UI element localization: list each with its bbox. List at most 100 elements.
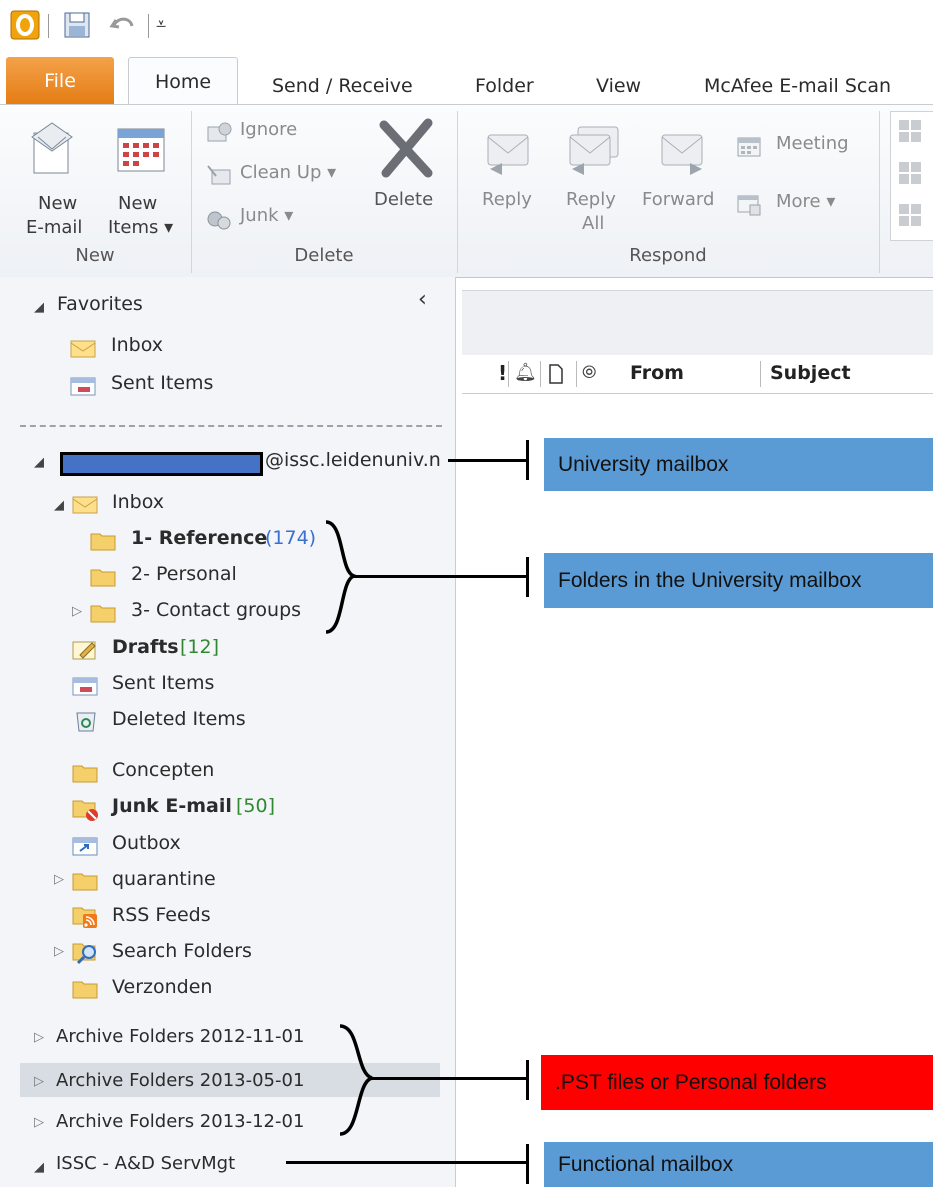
expand-triangle-icon[interactable]: ▷: [34, 1030, 44, 1045]
more-icon: [736, 193, 764, 221]
reply-all-label: Reply: [566, 189, 616, 210]
callout-folders: Folders in the University mailbox: [544, 553, 933, 608]
folder-deleted-items[interactable]: Deleted Items: [112, 708, 246, 730]
outlook-icon[interactable]: [10, 10, 40, 40]
tab-send-receive[interactable]: Send / Receive: [272, 67, 413, 105]
more-button[interactable]: More ▾: [736, 191, 870, 221]
folder-icon: [72, 763, 98, 783]
annotation-tick: [526, 440, 529, 480]
customize-icon[interactable]: ⩡: [156, 14, 166, 35]
fav-sent-items[interactable]: Sent Items: [111, 372, 213, 394]
save-icon[interactable]: [62, 10, 92, 40]
junk-email-icon: [72, 798, 98, 821]
ribbon: New E-mail New Items ▾ New Ignore Clean …: [0, 104, 933, 278]
folder-concepten[interactable]: Concepten: [112, 759, 214, 781]
item-type-column-icon[interactable]: [548, 364, 564, 384]
ignore-button[interactable]: Ignore: [206, 119, 356, 149]
fav-inbox[interactable]: Inbox: [111, 334, 163, 356]
folder-rss-feeds[interactable]: RSS Feeds: [112, 904, 211, 926]
folder-contact-groups[interactable]: 3- Contact groups: [131, 599, 301, 621]
reply-all-button[interactable]: Reply All: [556, 119, 630, 239]
inbox[interactable]: Inbox: [112, 491, 164, 513]
minimize-pane-icon[interactable]: ‹: [418, 287, 427, 312]
junk-label: Junk ▾: [240, 205, 294, 226]
reply-icon: [487, 134, 529, 175]
functional-mailbox-account[interactable]: ISSC - A&D ServMgt: [56, 1153, 235, 1174]
forward-label: Forward: [642, 189, 715, 210]
group-label-delete: Delete: [294, 245, 354, 266]
collapse-triangle-icon[interactable]: ◢: [54, 498, 64, 513]
callout-functional-mailbox: Functional mailbox: [544, 1142, 933, 1187]
outbox-icon: [72, 835, 98, 856]
folder-personal[interactable]: 2- Personal: [131, 563, 237, 585]
annotation-line: [448, 459, 528, 462]
new-items-button[interactable]: New Items ▾: [100, 113, 182, 243]
tab-mcafee[interactable]: McAfee E-mail Scan: [704, 67, 891, 105]
account-name[interactable]: @issc.leidenuniv.n: [265, 449, 441, 471]
annotation-tick: [526, 1144, 529, 1184]
sent-items-icon: [72, 675, 98, 696]
tab-home[interactable]: Home: [128, 57, 238, 106]
group-label-new: New: [75, 245, 115, 266]
delete-label: Delete: [374, 189, 434, 210]
inbox-folder-icon: [72, 493, 98, 514]
new-email-button[interactable]: New E-mail: [16, 113, 90, 243]
collapse-triangle-icon[interactable]: ◢: [34, 300, 44, 315]
folder-junk-email[interactable]: Junk E-mail: [112, 795, 232, 817]
mail-list-header: [462, 290, 933, 356]
meeting-button[interactable]: Meeting: [736, 133, 870, 163]
column-divider: [576, 361, 577, 387]
tab-view[interactable]: View: [596, 67, 641, 105]
reminder-column-icon[interactable]: 🔔︎: [514, 362, 537, 383]
meeting-icon: [736, 135, 764, 163]
column-divider: [760, 361, 761, 387]
folder-icon: [90, 531, 116, 551]
qat-divider: [48, 14, 49, 38]
column-divider: [540, 361, 541, 387]
more-label: More ▾: [776, 191, 836, 212]
folder-drafts[interactable]: Drafts: [112, 636, 179, 658]
importance-column-icon[interactable]: !: [498, 361, 507, 385]
expand-triangle-icon[interactable]: ▷: [54, 872, 64, 887]
folder-search-folders[interactable]: Search Folders: [112, 940, 252, 962]
navigation-pane: ◢ Favorites ‹ Inbox Sent Items ◢ @issc.l…: [0, 277, 456, 1187]
folder-outbox[interactable]: Outbox: [112, 832, 181, 854]
forward-button[interactable]: Forward: [640, 119, 730, 229]
reply-all-icon: [569, 126, 619, 175]
archive-folders-2013-05-01[interactable]: Archive Folders 2013-05-01: [56, 1070, 304, 1091]
tab-file[interactable]: File: [6, 57, 114, 105]
junk-button[interactable]: Junk ▾: [206, 205, 336, 235]
folder-verzonden[interactable]: Verzonden: [112, 976, 212, 998]
folder-sent-items[interactable]: Sent Items: [112, 672, 214, 694]
group-label-respond: Respond: [629, 245, 707, 266]
expand-triangle-icon[interactable]: ▷: [72, 604, 82, 619]
from-column-header[interactable]: From: [630, 362, 684, 384]
annotation-line: [286, 1161, 528, 1164]
attachment-column-icon[interactable]: ⦾: [582, 362, 596, 383]
quick-access-toolbar: ⩡: [0, 0, 933, 52]
collapse-triangle-icon[interactable]: ◢: [34, 1160, 44, 1175]
reply-button[interactable]: Reply: [476, 119, 546, 229]
expand-triangle-icon[interactable]: ▷: [34, 1115, 44, 1130]
callout-pst-files: .PST files or Personal folders: [541, 1055, 933, 1110]
delete-button[interactable]: Delete: [370, 115, 448, 235]
folder-quarantine[interactable]: quarantine: [112, 868, 216, 890]
ribbon-separator: [879, 111, 880, 273]
quick-steps-gallery[interactable]: [890, 111, 933, 241]
clean-up-button[interactable]: Clean Up ▾: [206, 162, 366, 192]
delete-icon: [379, 118, 433, 178]
reference-unread-count: (174): [265, 527, 317, 549]
undo-icon[interactable]: [108, 10, 138, 40]
new-items-icon: [117, 128, 165, 172]
expand-triangle-icon[interactable]: ▷: [54, 944, 64, 959]
collapse-triangle-icon[interactable]: ◢: [34, 455, 44, 470]
subject-column-header[interactable]: Subject: [770, 362, 851, 384]
annotation-tick: [526, 1060, 529, 1100]
archive-folders-2013-12-01[interactable]: Archive Folders 2013-12-01: [56, 1111, 304, 1132]
favorites-divider: [20, 425, 442, 427]
folder-reference[interactable]: 1- Reference: [131, 527, 267, 549]
tab-folder[interactable]: Folder: [475, 67, 534, 105]
archive-folders-2012-11-01[interactable]: Archive Folders 2012-11-01: [56, 1026, 304, 1047]
favorites-header[interactable]: Favorites: [57, 293, 143, 315]
expand-triangle-icon[interactable]: ▷: [34, 1074, 44, 1089]
